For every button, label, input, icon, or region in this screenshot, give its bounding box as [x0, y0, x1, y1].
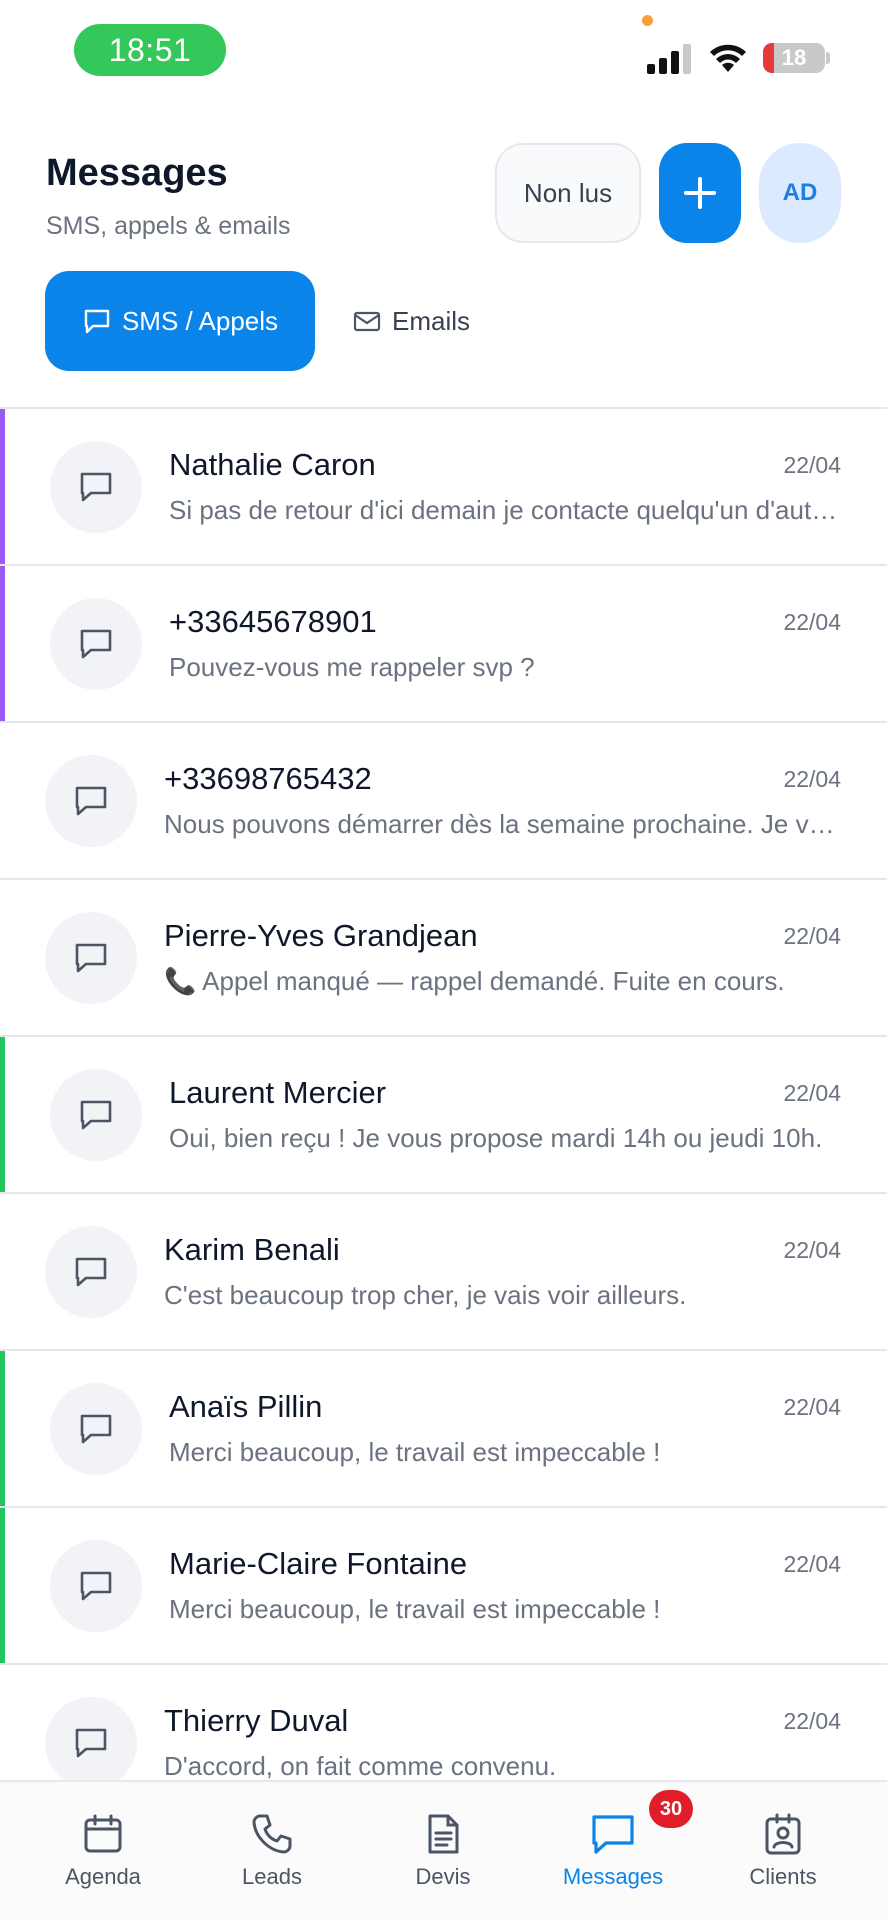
- conversation-avatar: [50, 598, 142, 690]
- chat-icon: [592, 1815, 634, 1854]
- nav-devis-label: Devis: [415, 1864, 471, 1889]
- tab-sms-calls[interactable]: SMS / Appels: [45, 271, 315, 371]
- message-preview: Pouvez-vous me rappeler svp ?: [169, 652, 535, 682]
- conversation-avatar: [50, 1540, 142, 1632]
- tab-sms-calls-label: SMS / Appels: [121, 305, 279, 336]
- conversation-row[interactable]: Marie-Claire Fontaine 22/04 Merci beauco…: [0, 1508, 887, 1665]
- conversation-row[interactable]: +33698765432 22/04 Nous pouvons démarrer…: [0, 723, 887, 880]
- status-bar: 18:51 18: [0, 0, 887, 100]
- status-accent-bar: [0, 1037, 5, 1192]
- contact-name: +33698765432: [164, 761, 372, 796]
- chat-bubble-icon: [84, 309, 110, 334]
- message-preview: Merci beaucoup, le travail est impeccabl…: [169, 1437, 661, 1467]
- conversation-row[interactable]: Anaïs Pillin 22/04 Merci beaucoup, le tr…: [0, 1351, 887, 1508]
- chat-bubble-icon: [80, 1100, 112, 1130]
- message-preview: Merci beaucoup, le travail est impeccabl…: [169, 1594, 661, 1624]
- message-preview: D'accord, on fait comme convenu.: [164, 1751, 557, 1781]
- conversation-list: Nathalie Caron 22/04 Si pas de retour d'…: [0, 407, 887, 1822]
- calendar-icon: [84, 1814, 122, 1853]
- message-date: 22/04: [783, 1708, 841, 1734]
- user-avatar-button[interactable]: AD: [759, 143, 841, 243]
- contact-name: Pierre-Yves Grandjean: [164, 918, 478, 953]
- conversation-avatar: [50, 441, 142, 533]
- nav-agenda[interactable]: Agenda: [33, 1812, 173, 1890]
- privacy-indicator-dot: [642, 15, 653, 26]
- conversation-row[interactable]: Karim Benali 22/04 C'est beaucoup trop c…: [0, 1194, 887, 1351]
- message-preview: Nous pouvons démarrer dès la semaine pro…: [164, 809, 841, 839]
- nav-clients-label: Clients: [749, 1864, 817, 1889]
- phone-icon: [252, 1814, 292, 1854]
- status-accent-bar: [0, 1351, 5, 1506]
- contact-name: Nathalie Caron: [169, 447, 376, 482]
- conversation-avatar: [50, 1383, 142, 1475]
- message-date: 22/04: [783, 452, 841, 478]
- message-preview: 📞 Appel manqué — rappel demandé. Fuite e…: [164, 966, 785, 996]
- battery-level: 18: [781, 45, 807, 70]
- conversation-avatar: [45, 1226, 137, 1318]
- message-date: 22/04: [783, 1080, 841, 1106]
- chat-bubble-icon: [80, 472, 112, 502]
- chat-bubble-icon: [80, 629, 112, 659]
- mail-icon: [353, 311, 381, 332]
- message-preview: C'est beaucoup trop cher, je vais voir a…: [164, 1280, 687, 1310]
- conversation-row[interactable]: +33645678901 22/04 Pouvez-vous me rappel…: [0, 566, 887, 723]
- nav-leads-label: Leads: [242, 1864, 302, 1889]
- message-date: 22/04: [783, 1551, 841, 1577]
- status-time: 18:51: [74, 24, 226, 76]
- message-date: 22/04: [783, 609, 841, 635]
- conversation-avatar: [50, 1069, 142, 1161]
- cellular-signal-icon: [647, 44, 691, 74]
- bottom-navigation: Agenda Leads Devis Messages Clients: [0, 1780, 887, 1920]
- nav-leads[interactable]: Leads: [202, 1812, 342, 1890]
- page-subtitle: SMS, appels & emails: [46, 212, 291, 240]
- chat-bubble-icon: [80, 1414, 112, 1444]
- chat-bubble-icon: [75, 943, 107, 973]
- chat-bubble-icon: [75, 786, 107, 816]
- nav-agenda-label: Agenda: [65, 1864, 141, 1889]
- message-date: 22/04: [783, 1394, 841, 1420]
- tab-emails-label: Emails: [392, 305, 471, 336]
- chat-bubble-icon: [75, 1257, 107, 1287]
- contact-name: Anaïs Pillin: [169, 1389, 323, 1424]
- contact-name: +33645678901: [169, 604, 377, 639]
- status-accent-bar: [0, 409, 5, 564]
- contact-name: Laurent Mercier: [169, 1075, 387, 1110]
- page-title: Messages: [46, 152, 228, 194]
- conversation-row[interactable]: Nathalie Caron 22/04 Si pas de retour d'…: [0, 409, 887, 566]
- message-date: 22/04: [783, 766, 841, 792]
- chat-bubble-icon: [75, 1728, 107, 1758]
- contact-name: Thierry Duval: [164, 1703, 349, 1738]
- message-date: 22/04: [783, 1237, 841, 1263]
- message-preview: Oui, bien reçu ! Je vous propose mardi 1…: [169, 1123, 823, 1153]
- conversation-row[interactable]: Pierre-Yves Grandjean 22/04 📞 Appel manq…: [0, 880, 887, 1037]
- conversation-avatar: [45, 755, 137, 847]
- nav-devis[interactable]: Devis: [373, 1812, 513, 1890]
- chat-bubble-icon: [80, 1571, 112, 1601]
- contact-name: Marie-Claire Fontaine: [169, 1546, 468, 1581]
- nav-clients[interactable]: Clients: [713, 1812, 853, 1890]
- contact-card-icon: [765, 1813, 801, 1855]
- tab-emails[interactable]: Emails: [352, 271, 470, 371]
- new-message-button[interactable]: [659, 143, 741, 243]
- message-preview: Si pas de retour d'ici demain je contact…: [169, 495, 841, 525]
- contact-name: Karim Benali: [164, 1232, 340, 1267]
- battery-icon: 18: [763, 43, 825, 73]
- nav-messages-label: Messages: [562, 1864, 664, 1889]
- conversation-avatar: [45, 912, 137, 1004]
- messages-unread-badge: 30: [649, 1790, 693, 1828]
- plus-icon: [684, 177, 716, 209]
- document-icon: [428, 1814, 459, 1854]
- wifi-icon: [710, 44, 746, 72]
- status-accent-bar: [0, 566, 5, 721]
- unread-filter-button[interactable]: Non lus: [495, 143, 641, 243]
- status-accent-bar: [0, 1508, 5, 1663]
- message-date: 22/04: [783, 923, 841, 949]
- conversation-avatar: [45, 1697, 137, 1789]
- conversation-row[interactable]: Laurent Mercier 22/04 Oui, bien reçu ! J…: [0, 1037, 887, 1194]
